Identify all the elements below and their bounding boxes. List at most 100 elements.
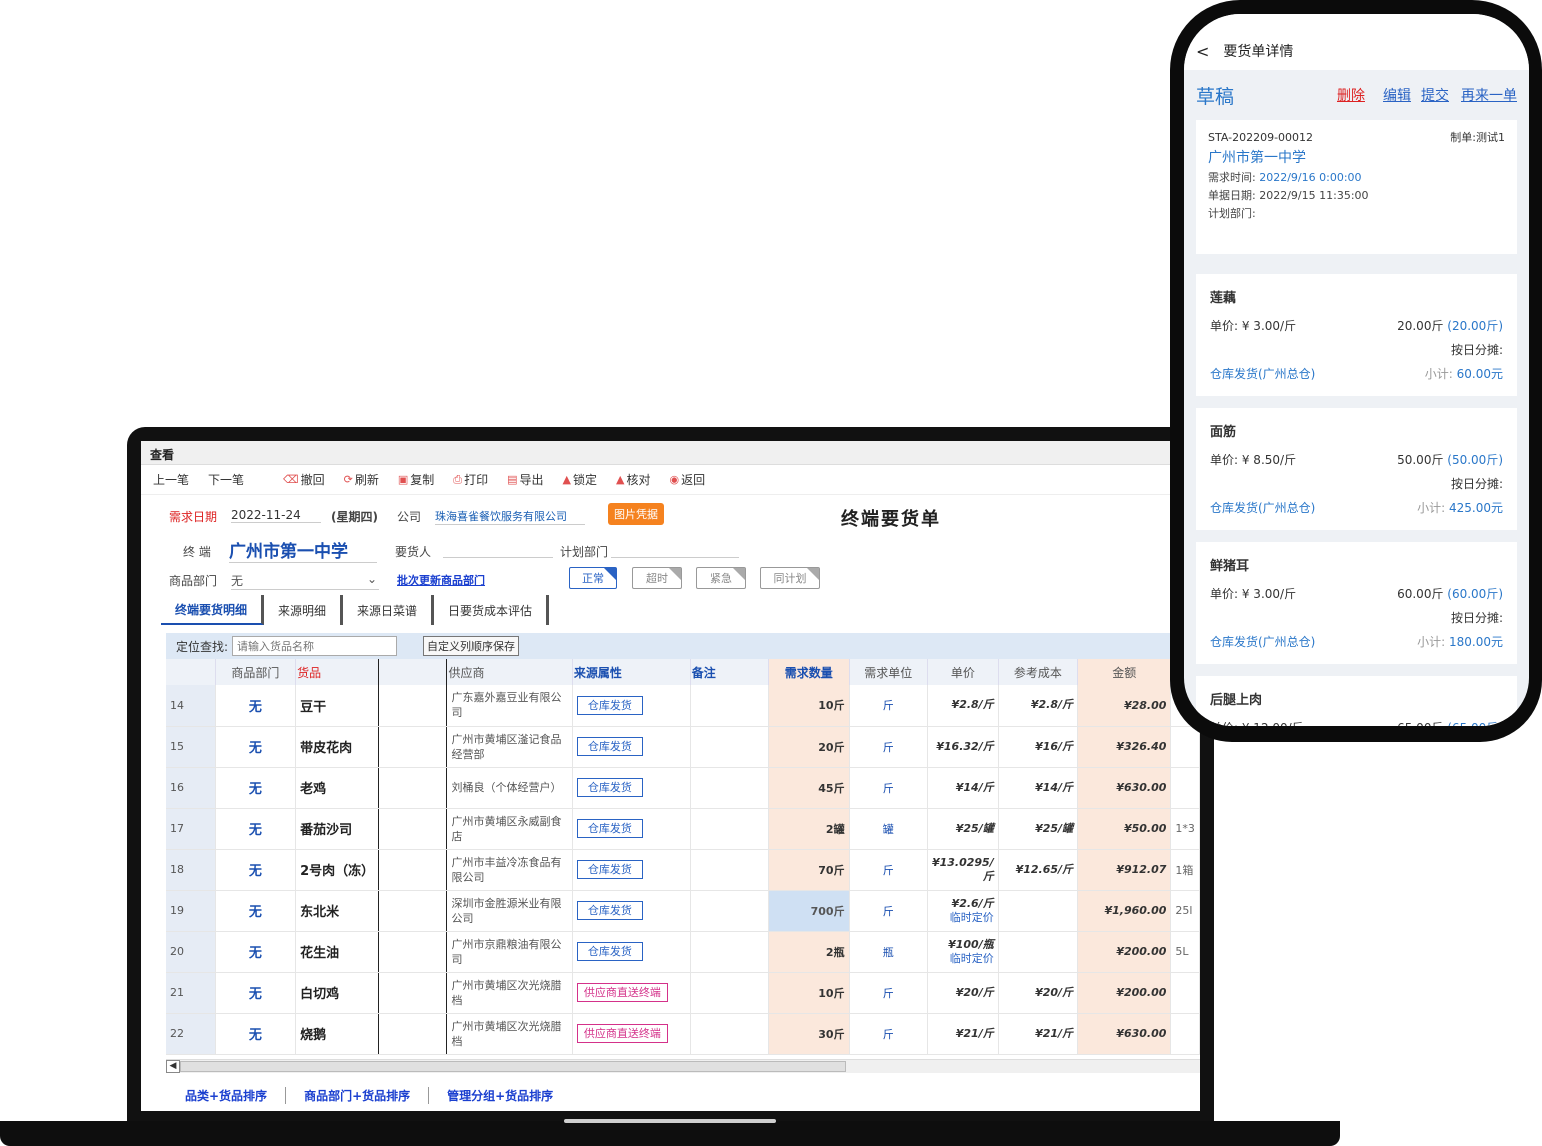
tab-cost-evaluation[interactable]: 日要货成本评估: [434, 595, 550, 625]
batch-update-link[interactable]: 批次更新商品部门: [397, 572, 485, 588]
goods-name-cell[interactable]: 豆干: [295, 685, 380, 727]
goods-dept-cell[interactable]: 无: [215, 767, 297, 809]
source-tag[interactable]: 仓库发货: [576, 778, 643, 797]
back-arrow-icon[interactable]: <: [1196, 42, 1209, 61]
company-field[interactable]: 珠海喜雀餐饮服务有限公司: [435, 508, 585, 525]
tab-source-menu[interactable]: 来源日菜谱: [343, 595, 435, 625]
goods-name-cell[interactable]: 烧鹅: [295, 1013, 380, 1055]
goods-name-cell[interactable]: 东北米: [295, 890, 380, 932]
source-tag[interactable]: 仓库发货: [576, 942, 643, 961]
source-tag[interactable]: 供应商直送终端: [576, 1024, 668, 1043]
col-price[interactable]: 单价: [927, 659, 999, 685]
source-tag[interactable]: 仓库发货: [576, 737, 643, 756]
remark-cell[interactable]: [690, 726, 769, 768]
col-goods[interactable]: 货品: [295, 659, 380, 685]
source-tag[interactable]: 仓库发货: [576, 695, 643, 715]
requester-field[interactable]: [443, 543, 553, 558]
qty-cell[interactable]: 70斤: [768, 849, 850, 891]
goods-dept-select[interactable]: 无 ⌄: [231, 572, 379, 590]
remark-cell[interactable]: [690, 890, 769, 932]
back-button[interactable]: ◉ 返回: [669, 471, 705, 488]
col-supplier[interactable]: 供应商: [446, 659, 573, 685]
goods-name-cell[interactable]: 老鸡: [295, 767, 380, 809]
goods-name-cell[interactable]: 花生油: [295, 931, 380, 973]
goods-name-cell[interactable]: 番茄沙司: [295, 808, 380, 850]
remark-cell[interactable]: [690, 808, 769, 850]
col-ref-cost[interactable]: 参考成本: [998, 659, 1079, 685]
photo-evidence-button[interactable]: 图片凭据: [608, 503, 664, 525]
reorder-link[interactable]: 再来一单: [1461, 85, 1517, 105]
print-button[interactable]: ⎙ 打印: [453, 471, 488, 488]
col-dept[interactable]: 商品部门: [215, 659, 297, 685]
goods-name-cell[interactable]: 带皮花肉: [295, 726, 380, 768]
col-source[interactable]: 来源属性: [572, 659, 691, 685]
table-row[interactable]: 17 无番茄沙司 广州市黄埔区永威副食店 仓库发货 2罐罐 ¥25/罐 ¥25/罐 ¥50.0…: [166, 808, 1200, 850]
tab-terminal-detail[interactable]: 终端要货明细: [161, 595, 265, 625]
qty-cell[interactable]: 10斤: [768, 685, 850, 727]
qty-cell[interactable]: 30斤: [768, 1013, 850, 1055]
sort-category-link[interactable]: 品类+货品排序: [185, 1087, 287, 1104]
export-button[interactable]: ▤ 导出: [507, 471, 543, 488]
status-overtime-button[interactable]: 超时: [632, 567, 682, 589]
table-row[interactable]: 19 无东北米 深圳市金胜源米业有限公司 仓库发货 700斤斤 ¥2.6/斤 临时定价 ¥1,…: [166, 890, 1200, 932]
prev-button[interactable]: 上一笔: [153, 471, 189, 488]
order-item-card[interactable]: 鲜猪耳 单价: ¥ 3.00/斤 60.00斤 (60.00斤) 按日分摊: 仓库发货(…: [1196, 542, 1517, 664]
qty-cell[interactable]: 10斤: [768, 972, 850, 1014]
goods-dept-cell[interactable]: 无: [215, 890, 297, 932]
col-unit[interactable]: 需求单位: [849, 659, 928, 685]
remark-cell[interactable]: [690, 767, 769, 809]
source-tag[interactable]: 仓库发货: [576, 819, 643, 838]
qty-cell[interactable]: 2罐: [768, 808, 850, 850]
lock-button[interactable]: ▲ 锁定: [563, 471, 597, 488]
scrollbar-thumb[interactable]: [180, 1061, 846, 1072]
scroll-left-icon[interactable]: ◀: [166, 1060, 180, 1073]
sort-dept-link[interactable]: 商品部门+货品排序: [304, 1087, 430, 1104]
goods-dept-cell[interactable]: 无: [215, 726, 297, 768]
table-row[interactable]: 22 无烧鹅 广州市黄埔区次光烧腊档 供应商直送终端 30斤斤 ¥21/斤 ¥21/斤 ¥63…: [166, 1013, 1200, 1055]
remark-cell[interactable]: [690, 1013, 769, 1055]
table-row[interactable]: 16 无老鸡 刘桶良（个体经营户） 仓库发货 45斤斤 ¥14/斤 ¥14/斤 ¥630.00: [166, 767, 1200, 809]
remark-cell[interactable]: [690, 849, 769, 891]
table-row[interactable]: 21 无白切鸡 广州市黄埔区次光烧腊档 供应商直送终端 10斤斤 ¥20/斤 ¥20/斤 ¥2…: [166, 972, 1200, 1014]
remark-cell[interactable]: [690, 685, 769, 727]
status-normal-button[interactable]: 正常: [569, 567, 617, 589]
goods-dept-cell[interactable]: 无: [215, 808, 297, 850]
order-item-card[interactable]: 后腿上肉单价: ¥ 12.00/斤65.00斤 (65.00斤)按日分摊:: [1196, 676, 1517, 726]
goods-dept-cell[interactable]: 无: [215, 685, 297, 727]
status-same-plan-button[interactable]: 同计划: [760, 567, 820, 589]
copy-button[interactable]: ▣ 复制: [398, 471, 434, 488]
plan-dept-field[interactable]: [611, 543, 739, 558]
table-row[interactable]: 14 无豆干 广东嘉外嘉豆业有限公司 仓库发货 10斤斤 ¥2.8/斤 ¥2.8/斤 ¥28.…: [166, 685, 1200, 727]
goods-dept-cell[interactable]: 无: [215, 1013, 297, 1055]
save-column-order-button[interactable]: 自定义列顺序保存: [423, 636, 520, 656]
order-item-card[interactable]: 莲藕 单价: ¥ 3.00/斤 20.00斤 (20.00斤) 按日分摊: 仓库发货(广…: [1196, 274, 1517, 396]
date-field[interactable]: 2022-11-24: [231, 508, 321, 523]
delete-link[interactable]: 删除: [1337, 85, 1365, 105]
horizontal-scrollbar[interactable]: ◀: [166, 1059, 1200, 1073]
next-button[interactable]: 下一笔: [208, 471, 244, 488]
tab-source-detail[interactable]: 来源明细: [264, 595, 344, 625]
qty-cell[interactable]: 2瓶: [768, 931, 850, 973]
remark-cell[interactable]: [690, 931, 769, 973]
goods-dept-cell[interactable]: 无: [215, 931, 297, 973]
revoke-button[interactable]: ⌫ 撤回: [283, 471, 325, 488]
search-input[interactable]: [232, 636, 398, 656]
col-qty[interactable]: 需求数量: [768, 659, 850, 685]
source-tag[interactable]: 供应商直送终端: [576, 983, 668, 1002]
source-tag[interactable]: 仓库发货: [576, 901, 643, 920]
table-row[interactable]: 18 无 2号肉（冻） 广州市丰益冷冻食品有限公司 仓库发货 70斤斤 ¥13.0295/斤…: [166, 849, 1200, 891]
verify-button[interactable]: ▲ 核对: [616, 471, 650, 488]
terminal-field[interactable]: 广州市第一中学: [229, 537, 377, 563]
goods-name-cell[interactable]: 白切鸡: [295, 972, 380, 1014]
sort-group-link[interactable]: 管理分组+货品排序: [447, 1087, 571, 1104]
col-remark[interactable]: 备注: [690, 659, 769, 685]
table-row[interactable]: 20 无花生油 广州市京鼎粮油有限公司 仓库发货 2瓶瓶 ¥100/瓶 临时定价 ¥200.0…: [166, 931, 1200, 973]
qty-cell[interactable]: 20斤: [768, 726, 850, 768]
order-item-card[interactable]: 面筋 单价: ¥ 8.50/斤 50.00斤 (50.00斤) 按日分摊: 仓库发货(广…: [1196, 408, 1517, 530]
goods-dept-cell[interactable]: 无: [215, 972, 297, 1014]
edit-link[interactable]: 编辑: [1383, 85, 1411, 105]
submit-link[interactable]: 提交: [1421, 85, 1449, 105]
remark-cell[interactable]: [690, 972, 769, 1014]
goods-dept-cell[interactable]: 无: [215, 849, 297, 891]
qty-cell[interactable]: 45斤: [768, 767, 850, 809]
